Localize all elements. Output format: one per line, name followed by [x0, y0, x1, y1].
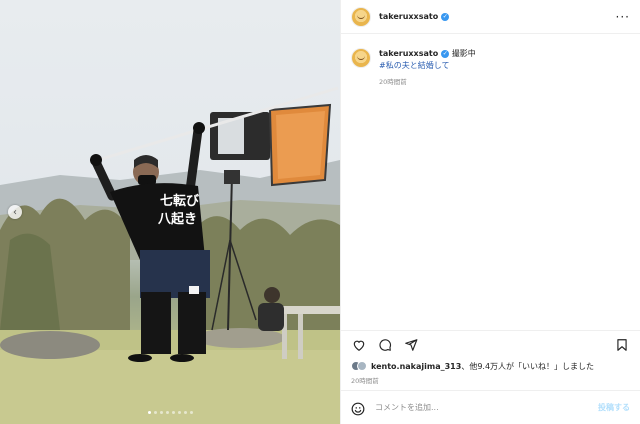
- carousel-dots: [0, 411, 340, 414]
- avatar[interactable]: [351, 6, 371, 27]
- carousel-dot: [183, 411, 187, 414]
- carousel-dot: [159, 411, 163, 414]
- shirt-text-line1: 七転び: [160, 193, 200, 209]
- caption-username[interactable]: takeruxxsato: [379, 49, 438, 58]
- carousel-dot: [171, 411, 175, 414]
- send-icon[interactable]: [403, 337, 419, 353]
- carousel-dot: [165, 411, 169, 414]
- more-horizontal-icon[interactable]: ···: [616, 10, 630, 24]
- carousel-dot: [177, 411, 181, 414]
- bookmark-icon[interactable]: [614, 337, 630, 353]
- post-header: takeruxxsato ✓ ···: [341, 0, 640, 34]
- likes-text[interactable]: 、他9.4万人が「いいね！」しました: [461, 361, 594, 372]
- likes-summary: kento.nakajima_313 、他9.4万人が「いいね！」しました: [341, 359, 640, 373]
- caption-time: 20時間前: [379, 78, 407, 86]
- chevron-left-icon[interactable]: ‹: [8, 205, 22, 219]
- header-username[interactable]: takeruxxsato: [379, 12, 438, 21]
- liker-avatars: [351, 361, 367, 371]
- post-button[interactable]: 投稿する: [598, 402, 630, 413]
- carousel-dot: [147, 411, 151, 414]
- photo-scene: 七転び 八起き: [0, 86, 340, 424]
- shirt-text-line2: 八起き: [157, 211, 197, 227]
- hashtag-link[interactable]: #私の夫と結婚して: [379, 60, 476, 72]
- verified-icon: ✓: [441, 49, 450, 58]
- comment-input[interactable]: [375, 403, 598, 412]
- heart-icon[interactable]: [351, 337, 367, 353]
- post-panel: takeruxxsato ✓ ··· takeruxxsato ✓ 撮影中 #私の…: [340, 0, 640, 424]
- caption-text: 撮影中: [451, 49, 476, 58]
- post-time: 20時間前: [351, 377, 379, 385]
- actions-area: kento.nakajima_313 、他9.4万人が「いいね！」しました 20時…: [341, 330, 640, 385]
- caption-avatar[interactable]: [351, 48, 371, 68]
- post-photo[interactable]: 七転び 八起き ‹: [0, 0, 340, 424]
- verified-icon: ✓: [441, 12, 450, 21]
- caption: takeruxxsato ✓ 撮影中 #私の夫と結婚して 20時間前: [351, 48, 630, 88]
- comment-box: 投稿する: [341, 390, 640, 424]
- smiley-icon[interactable]: [351, 401, 365, 415]
- carousel-dot: [189, 411, 193, 414]
- comment-icon[interactable]: [377, 337, 393, 353]
- action-bar: [341, 331, 640, 359]
- liker-username[interactable]: kento.nakajima_313: [371, 362, 461, 371]
- carousel-dot: [153, 411, 157, 414]
